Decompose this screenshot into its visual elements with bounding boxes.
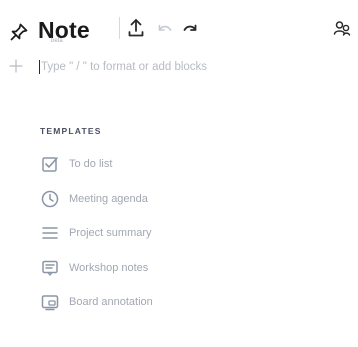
collaborators-icon[interactable]	[332, 17, 352, 39]
upload-icon[interactable]	[126, 17, 146, 39]
text-cursor	[39, 60, 40, 74]
title-group: Note	[38, 16, 90, 44]
templates-heading: TEMPLATES	[40, 126, 102, 136]
note-header: Note beta	[0, 0, 358, 60]
template-todo-list[interactable]: To do list	[40, 152, 280, 176]
template-label: Meeting agenda	[69, 193, 148, 205]
template-label: Board annotation	[69, 296, 153, 308]
template-meeting-agenda[interactable]: Meeting agenda	[40, 187, 280, 211]
template-project-summary[interactable]: Project summary	[40, 221, 280, 245]
template-board-annotation[interactable]: Board annotation	[40, 290, 280, 314]
undo-icon[interactable]	[156, 21, 174, 37]
board-icon	[40, 292, 60, 312]
template-workshop-notes[interactable]: Workshop notes	[40, 256, 280, 280]
page-title[interactable]: Note	[38, 16, 90, 44]
redo-icon[interactable]	[181, 21, 199, 37]
editor-line[interactable]: Type " / " to format or add blocks	[0, 56, 358, 86]
clock-icon	[40, 189, 60, 209]
editor-placeholder[interactable]: Type " / " to format or add blocks	[41, 60, 207, 74]
add-block-icon[interactable]	[9, 59, 23, 73]
template-label: Project summary	[69, 227, 152, 239]
lines-icon	[40, 223, 60, 243]
divider	[119, 17, 120, 39]
beta-badge: beta	[51, 38, 63, 44]
pin-icon[interactable]	[9, 22, 29, 42]
notes-icon	[40, 258, 60, 278]
template-label: Workshop notes	[69, 262, 149, 274]
checklist-icon	[40, 154, 60, 174]
template-label: To do list	[69, 158, 113, 170]
